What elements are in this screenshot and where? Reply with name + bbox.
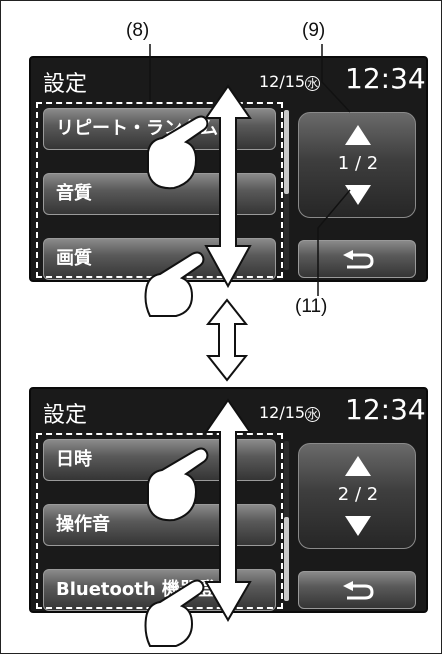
- date-display: 12/15 水: [259, 403, 321, 422]
- weekday-badge: 水: [305, 76, 321, 91]
- page-indicator: 1 / 2: [337, 153, 379, 174]
- clock: 12:34: [345, 393, 426, 426]
- date-text: 12/15: [259, 72, 306, 91]
- callout-8: (8): [126, 20, 150, 41]
- clock: 12:34: [345, 62, 426, 95]
- page-indicator: 2 / 2: [337, 484, 379, 505]
- page-scroll-button[interactable]: 2 / 2: [298, 443, 416, 549]
- settings-screen-page-1: 設定 12/15 水 12:34 リピート・ランダム 音質 画質 1 / 2: [29, 56, 428, 282]
- screen-title: 設定: [43, 403, 88, 428]
- date-text: 12/15: [259, 403, 306, 422]
- scrollbar-thumb[interactable]: [284, 110, 289, 194]
- scrollbar[interactable]: [284, 110, 289, 270]
- weekday-badge: 水: [305, 407, 321, 422]
- back-button[interactable]: [298, 571, 416, 609]
- callout-11: (11): [295, 296, 328, 317]
- back-arrow-icon: [343, 250, 374, 269]
- up-triangle-icon[interactable]: [345, 125, 371, 145]
- down-triangle-icon[interactable]: [345, 185, 371, 205]
- page-scroll-button[interactable]: 1 / 2: [298, 112, 416, 218]
- back-button[interactable]: [298, 240, 416, 278]
- list-area-highlight: [36, 433, 283, 609]
- up-triangle-icon[interactable]: [345, 456, 371, 476]
- down-triangle-icon[interactable]: [345, 516, 371, 536]
- scrollbar-thumb[interactable]: [284, 517, 289, 601]
- list-area-highlight: [36, 102, 283, 278]
- date-display: 12/15 水: [259, 72, 321, 91]
- scrollbar[interactable]: [284, 441, 289, 601]
- settings-screen-page-2: 設定 12/15 水 12:34 日時 操作音 Bluetooth 機器登録 2 …: [29, 387, 428, 613]
- screen-title: 設定: [43, 72, 88, 97]
- back-arrow-icon: [343, 581, 374, 600]
- callout-9: (9): [302, 20, 326, 41]
